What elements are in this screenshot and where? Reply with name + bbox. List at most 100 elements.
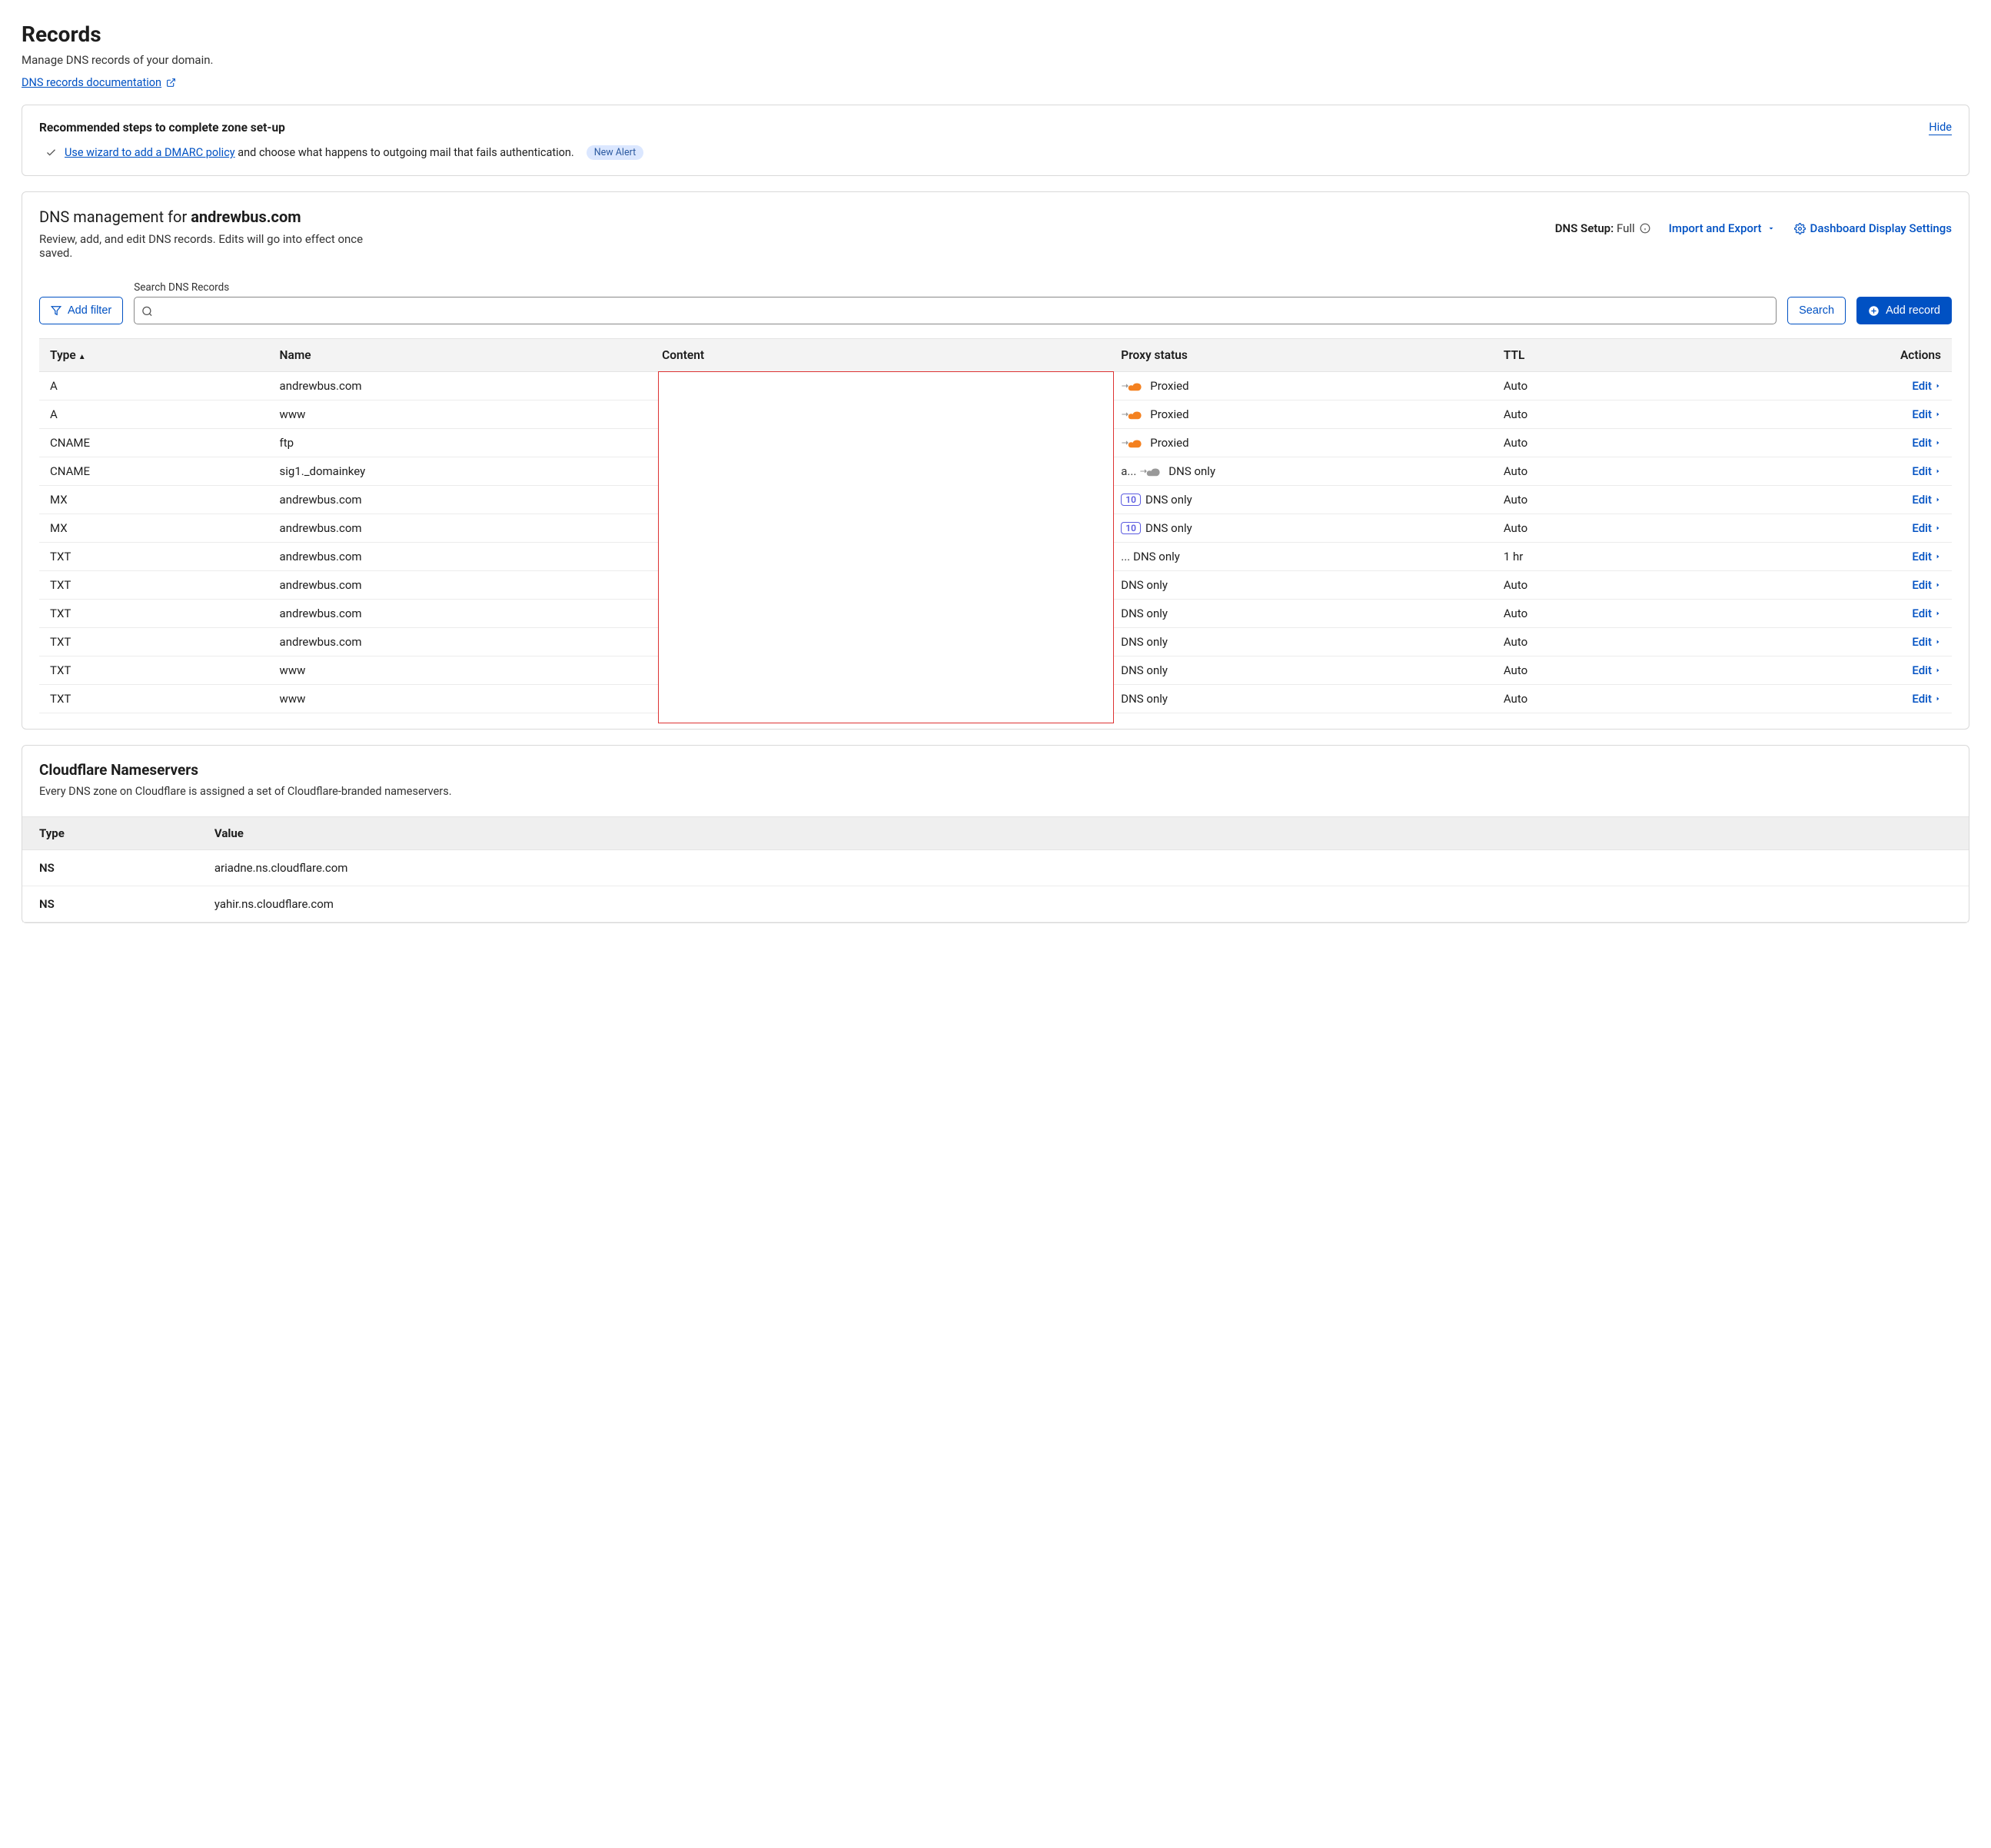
search-icon [141, 304, 153, 317]
record-ttl: Auto [1493, 401, 1780, 429]
table-row: MXandrewbus.comr10DNS onlyAutoEdit [39, 486, 1952, 514]
caret-right-icon [1935, 581, 1941, 589]
dns-setup-label: DNS Setup: [1555, 221, 1614, 235]
record-name: sig1._domainkey [269, 457, 652, 486]
record-name: andrewbus.com [269, 372, 652, 401]
table-row: AwwwProxiedAutoEdit [39, 401, 1952, 429]
record-ttl: Auto [1493, 656, 1780, 685]
record-ttl: Auto [1493, 514, 1780, 543]
edit-button[interactable]: Edit [1912, 464, 1941, 478]
record-name: andrewbus.com [269, 600, 652, 628]
record-ttl: Auto [1493, 486, 1780, 514]
caret-right-icon [1935, 695, 1941, 703]
record-type: MX [39, 486, 269, 514]
wizard-link[interactable]: Use wizard to add a DMARC policy [65, 146, 235, 159]
edit-button[interactable]: Edit [1912, 663, 1941, 677]
page-subtitle: Manage DNS records of your domain. [22, 53, 1969, 67]
table-row: TXTandrewbus.comvDNS onlyAutoEdit [39, 571, 1952, 600]
record-content: v [662, 578, 1099, 592]
column-header-type[interactable]: Type▲ [39, 339, 269, 372]
record-type: TXT [39, 656, 269, 685]
proxy-status-text: DNS only [1145, 493, 1192, 507]
display-settings-button[interactable]: Dashboard Display Settings [1794, 221, 1952, 235]
record-type: CNAME [39, 457, 269, 486]
caret-right-icon [1935, 467, 1941, 475]
record-type: CNAME [39, 429, 269, 457]
caret-right-icon [1935, 638, 1941, 646]
record-ttl: Auto [1493, 600, 1780, 628]
edit-button[interactable]: Edit [1912, 607, 1941, 620]
proxy-status-text: DNS only [1121, 578, 1168, 592]
table-row: TXTandrewbus.comg...DNS only1 hrEdit [39, 543, 1952, 571]
caret-right-icon [1935, 610, 1941, 617]
cloud-icon [1121, 436, 1142, 450]
add-filter-button[interactable]: Add filter [39, 297, 123, 324]
priority-badge: 10 [1121, 522, 1141, 534]
record-content: 3 [662, 663, 1099, 677]
recommended-title: Recommended steps to complete zone set-u… [39, 121, 285, 135]
record-name: andrewbus.com [269, 571, 652, 600]
record-ttl: Auto [1493, 429, 1780, 457]
edit-button[interactable]: Edit [1912, 521, 1941, 535]
table-row: Aandrewbus.comProxiedAutoEdit [39, 372, 1952, 401]
caret-right-icon [1935, 666, 1941, 674]
record-name: andrewbus.com [269, 486, 652, 514]
hide-button[interactable]: Hide [1929, 121, 1952, 135]
proxy-status-text: Proxied [1150, 436, 1188, 450]
record-name: www [269, 685, 652, 713]
cloud-icon [1139, 464, 1161, 478]
ns-column-type: Type [22, 817, 198, 850]
priority-badge: 10 [1121, 494, 1141, 506]
record-ttl: Auto [1493, 628, 1780, 656]
filter-icon [51, 305, 61, 316]
edit-button[interactable]: Edit [1912, 635, 1941, 649]
recommended-step-text: Use wizard to add a DMARC policy and cho… [65, 146, 574, 159]
new-alert-badge: New Alert [587, 145, 644, 160]
record-type: TXT [39, 685, 269, 713]
nameservers-table: Type Value NSariadne.ns.cloudflare.comNS… [22, 816, 1969, 922]
record-content: 1 [662, 635, 1099, 649]
edit-button[interactable]: Edit [1912, 493, 1941, 507]
table-row: TXTwww3DNS onlyAutoEdit [39, 656, 1952, 685]
edit-button[interactable]: Edit [1912, 379, 1941, 393]
docs-link[interactable]: DNS records documentation [22, 76, 176, 89]
proxy-status-text: DNS only [1168, 464, 1215, 478]
dns-setup-value: Full [1617, 221, 1650, 235]
proxy-status-text: DNS only [1121, 692, 1168, 706]
search-label: Search DNS Records [134, 281, 1777, 294]
column-header-actions: Actions [1780, 339, 1952, 372]
record-name: andrewbus.com [269, 628, 652, 656]
edit-button[interactable]: Edit [1912, 436, 1941, 450]
ns-row: NSyahir.ns.cloudflare.com [22, 886, 1969, 922]
column-header-content[interactable]: Content [651, 339, 1110, 372]
column-header-name[interactable]: Name [269, 339, 652, 372]
search-input[interactable] [134, 297, 1777, 324]
record-type: TXT [39, 543, 269, 571]
ns-row: NSariadne.ns.cloudflare.com [22, 850, 1969, 886]
record-ttl: Auto [1493, 685, 1780, 713]
add-record-button[interactable]: Add record [1856, 297, 1952, 324]
table-row: CNAMEsig1._domainkeysa...DNS onlyAutoEdi… [39, 457, 1952, 486]
edit-button[interactable]: Edit [1912, 407, 1941, 421]
column-header-proxy[interactable]: Proxy status [1110, 339, 1493, 372]
caret-down-icon [1767, 224, 1776, 233]
ns-column-value: Value [198, 817, 1969, 850]
record-type: TXT [39, 600, 269, 628]
info-icon[interactable] [1640, 223, 1650, 234]
caret-right-icon [1935, 524, 1941, 532]
sort-ascending-icon: ▲ [78, 353, 86, 361]
management-subtitle: Review, add, and edit DNS records. Edits… [39, 232, 393, 260]
record-type: TXT [39, 628, 269, 656]
record-ttl: Auto [1493, 571, 1780, 600]
nameservers-subtitle: Every DNS zone on Cloudflare is assigned… [39, 785, 1952, 798]
import-export-button[interactable]: Import and Export [1669, 221, 1776, 235]
record-content: g [662, 550, 1099, 563]
cloud-icon [1121, 407, 1142, 421]
record-ttl: 1 hr [1493, 543, 1780, 571]
search-button[interactable]: Search [1787, 297, 1846, 324]
column-header-ttl[interactable]: TTL [1493, 339, 1780, 372]
edit-button[interactable]: Edit [1912, 692, 1941, 706]
record-name: ftp [269, 429, 652, 457]
edit-button[interactable]: Edit [1912, 578, 1941, 592]
edit-button[interactable]: Edit [1912, 550, 1941, 563]
